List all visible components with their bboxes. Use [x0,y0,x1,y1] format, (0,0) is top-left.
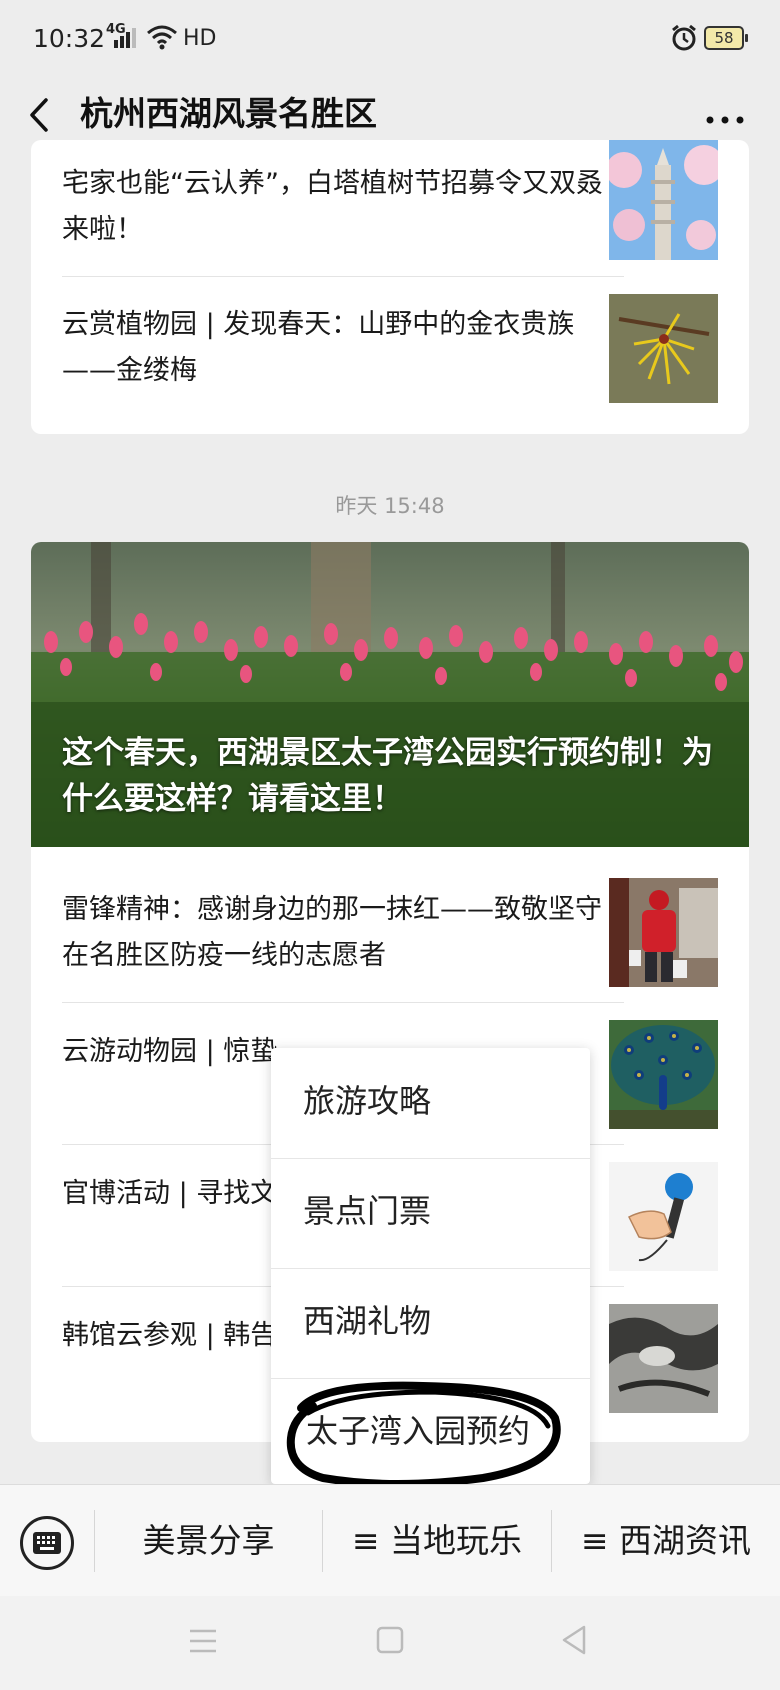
status-bar: 10:32 4G HD 58 [0,0,780,78]
menu-item-tickets[interactable]: 景点门票 [271,1158,590,1268]
more-button[interactable] [700,90,750,140]
peacock-photo [609,1020,718,1129]
article-title: 云赏植物园 | 发现春天：山野中的金衣贵族——金缕梅 [62,309,575,386]
menu-item-label: 西湖礼物 [303,1302,432,1340]
article-title: 宅家也能“云认养”，白塔植树节招募令又双叒来啦！ [62,168,603,245]
article-item[interactable]: 宅家也能“云认养”，白塔植树节招募令又双叒来啦！ [62,161,622,253]
home-square-icon[interactable] [376,1626,404,1654]
menu-icon[interactable] [188,1628,218,1654]
menu-scenery-share[interactable]: 美景分享 [95,1505,322,1577]
keyboard-toggle-button[interactable] [20,1516,74,1570]
more-dots-icon [706,116,744,124]
battery-indicator: 58 [704,26,748,50]
message-timestamp: 昨天 15:48 [335,494,445,518]
chevron-left-icon [30,98,48,132]
article-item[interactable]: 雷锋精神：感谢身边的那一抹红——致敬坚守在名胜区防疫一线的志愿者 [62,887,622,979]
menu-item-gifts[interactable]: 西湖礼物 [271,1268,590,1378]
article-item[interactable]: 云赏植物园 | 发现春天：山野中的金衣贵族——金缕梅 [62,302,622,394]
witch-hazel-flower-photo [609,294,718,403]
alarm-icon [672,24,696,51]
keyboard-icon [33,1532,61,1554]
hero-title: 这个春天，西湖景区太子湾公园实行预约制！为什么要这样？请看这里！ [62,735,713,817]
status-time: 10:32 [33,24,106,53]
menu-westlake-news[interactable]: ≡ 西湖资讯 [552,1505,780,1577]
bottom-menu-bar: 美景分享 ≡ 当地玩乐 ≡ 西湖资讯 [0,1484,780,1596]
wifi-icon [147,25,177,50]
menu-item-travel-guide[interactable]: 旅游攻略 [271,1048,590,1158]
menu-local-fun[interactable]: ≡ 当地玩乐 [323,1505,551,1577]
microphone-illustration [609,1162,718,1271]
back-button[interactable] [22,90,72,140]
signal-icon [114,28,136,48]
article-title: 雷锋精神：感谢身边的那一抹红——致敬坚守在名胜区防疫一线的志愿者 [62,894,602,971]
volunteer-photo [609,878,718,987]
system-nav-bar [0,1596,780,1690]
white-pagoda-photo [609,140,718,260]
hero-article[interactable]: 这个春天，西湖景区太子湾公园实行预约制！为什么要这样？请看这里！ [31,542,749,847]
annotation-circle [286,1381,561,1488]
divider [62,1002,624,1003]
hd-indicator: HD [183,26,217,51]
article-card-1: 宅家也能“云认养”，白塔植树节招募令又双叒来啦！ 云赏植物园 | 发现春天：山野… [31,140,749,434]
ink-painting-photo [609,1304,718,1413]
back-triangle-icon[interactable] [560,1624,588,1656]
page-title: 杭州西湖风景名胜区 [80,94,377,133]
menu-item-label: 景点门票 [303,1192,432,1230]
divider [62,276,624,277]
menu-item-label: 旅游攻略 [303,1082,432,1120]
